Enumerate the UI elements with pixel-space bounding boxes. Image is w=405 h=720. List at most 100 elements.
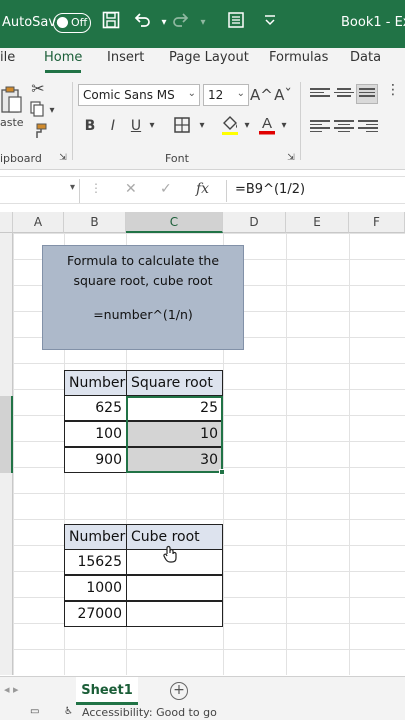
column-header-e[interactable]: E [286,212,349,233]
paste-label[interactable]: aste [0,116,24,129]
autosave-toggle[interactable]: Off [53,13,91,33]
tab-file[interactable]: ile [0,50,15,65]
cube-result-cell[interactable] [126,601,223,627]
formula-separator [226,180,227,202]
font-group-label: Font [165,152,189,165]
sq-result-cell[interactable]: 10 [126,421,223,447]
cut-icon[interactable]: ✂ [30,79,46,99]
cube-number-cell[interactable]: 1000 [64,575,127,601]
fill-color-icon[interactable] [220,114,240,141]
align-left-icon[interactable] [310,118,330,134]
title-bar: AutoSave Off ▾ ▾ Book1 - Ex [0,0,405,48]
form-icon[interactable] [225,11,247,35]
bottom-align-icon[interactable] [356,84,378,104]
sheet-tab-sheet1[interactable]: Sheet1 [76,677,138,705]
column-header-b[interactable]: B [64,212,126,233]
font-name-select[interactable]: Comic Sans MS ⌄ [78,84,200,106]
autosave-state: Off [71,16,88,29]
sq-result-cell[interactable]: 25 [126,395,223,421]
orientation-icon[interactable]: ⋮ [386,80,400,110]
font-launcher-icon[interactable]: ⇲ [286,152,296,164]
top-align-icon[interactable] [310,86,330,102]
scroll-tabs-icon[interactable]: ◂ ▸ [4,683,19,696]
format-painter-icon[interactable] [30,123,48,144]
cell-cursor-icon [162,545,178,563]
note-line-3: =number^(1/n) [93,307,193,322]
column-header-d[interactable]: D [223,212,286,233]
clipboard-group-label: ipboard [0,152,42,165]
accessibility-status[interactable]: Accessibility: Good to go [82,706,217,719]
name-box[interactable]: ▾ [0,179,80,203]
borders-icon[interactable] [172,116,192,139]
sq-result-cell[interactable]: 30 [126,447,223,473]
middle-align-icon[interactable] [334,86,354,102]
more-options-icon[interactable]: ⋮ [90,181,102,195]
cancel-icon[interactable]: ✕ [125,181,137,197]
italic-button[interactable]: I [105,116,121,136]
underline-button[interactable]: U [128,116,144,136]
align-center-icon[interactable] [334,118,354,134]
formula-input[interactable]: =B9^(1/2) [235,182,305,197]
sheet-tab-bar: ◂ ▸ Sheet1 + [0,676,405,706]
column-header-a[interactable]: A [13,212,64,233]
fill-color-dropdown-icon[interactable]: ▾ [242,116,252,136]
svg-text:A: A [262,115,272,132]
tab-home[interactable]: Home [44,50,82,65]
insert-function-icon[interactable]: fx [196,181,209,197]
chevron-down-icon: ⌄ [236,88,245,99]
note-line-1: Formula to calculate the [66,253,220,268]
font-size-value: 12 [208,88,224,102]
cube-result-cell[interactable] [126,575,223,601]
font-color-icon[interactable]: A [258,114,276,141]
tab-insert[interactable]: Insert [107,50,144,65]
redo-icon[interactable] [170,11,192,35]
cell-mode-icon: ▭ [30,706,40,717]
underline-dropdown-icon[interactable]: ▾ [147,116,157,136]
formula-note-box[interactable]: Formula to calculate the square root, cu… [42,245,244,350]
column-header-c[interactable]: C [126,212,223,233]
copy-icon[interactable] [28,101,46,122]
selected-row-headers [0,396,13,473]
column-header-f[interactable]: F [349,212,405,233]
font-color-dropdown-icon[interactable]: ▾ [279,116,289,136]
formula-bar: ▾ ⋮ ✕ ✓ fx =B9^(1/2) [0,176,405,204]
shrink-font-icon[interactable]: Aˇ [274,85,292,105]
chevron-down-icon: ⌄ [187,88,196,99]
chevron-down-icon: ▾ [69,182,75,193]
bold-button[interactable]: B [82,116,98,136]
redo-dropdown-icon[interactable]: ▾ [192,11,214,35]
undo-icon[interactable] [131,11,153,35]
enter-icon[interactable]: ✓ [160,181,172,197]
accessibility-icon[interactable]: ♿ [64,706,73,717]
document-title: Book1 - Ex [341,15,405,30]
copy-dropdown-icon[interactable]: ▾ [47,101,57,121]
toggle-knob [57,17,68,28]
note-line-2: square root, cube root [73,273,213,288]
status-bar: ▭ ♿ Accessibility: Good to go [0,706,405,720]
sq-number-cell[interactable]: 900 [64,447,127,473]
ribbon-home: aste ✂ ▾ ipboard ⇲ Comic Sans MS ⌄ 12 ⌄ … [0,74,405,170]
group-separator [300,82,301,160]
tab-data[interactable]: Data [350,50,381,65]
sq-header-number[interactable]: Number [64,370,127,396]
grow-font-icon[interactable]: A^ [250,85,273,105]
font-size-select[interactable]: 12 ⌄ [203,84,249,106]
cube-header-number[interactable]: Number [64,524,127,550]
tab-page-layout[interactable]: Page Layout [169,50,249,65]
paste-icon[interactable] [0,84,22,114]
fill-handle[interactable] [219,469,225,475]
quick-access-customize-icon[interactable] [259,11,281,35]
sq-header-square-root[interactable]: Square root [126,370,223,396]
align-right-icon[interactable] [358,118,378,134]
tab-formulas[interactable]: Formulas [269,50,328,65]
add-sheet-icon[interactable]: + [170,682,188,700]
select-all-corner[interactable] [0,212,13,233]
sq-number-cell[interactable]: 625 [64,395,127,421]
gridline [286,233,287,675]
cube-number-cell[interactable]: 15625 [64,549,127,575]
clipboard-launcher-icon[interactable]: ⇲ [58,152,68,164]
sq-number-cell[interactable]: 100 [64,421,127,447]
borders-dropdown-icon[interactable]: ▾ [197,116,207,136]
cube-number-cell[interactable]: 27000 [64,601,127,627]
save-icon[interactable] [100,11,122,35]
